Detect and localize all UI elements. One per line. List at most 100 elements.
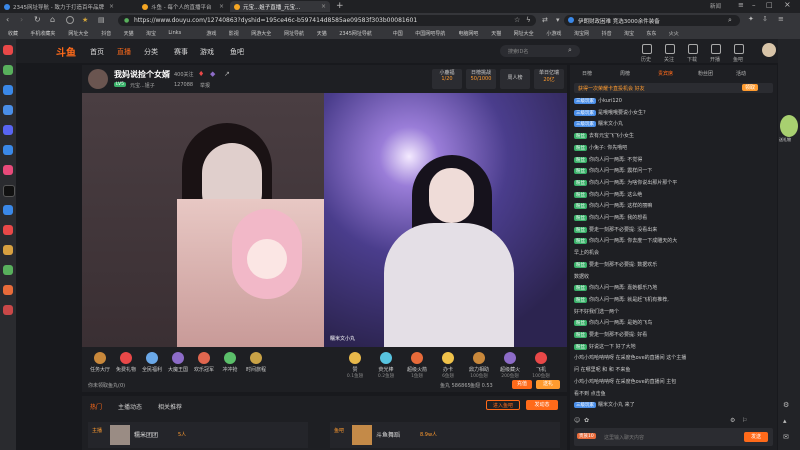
promo-mascot-icon[interactable] bbox=[780, 115, 798, 137]
stat-box[interactable]: 周人榜 bbox=[500, 69, 530, 89]
sidebar-app-icon[interactable] bbox=[3, 105, 13, 115]
bookmark-item[interactable]: 网址大全 bbox=[514, 30, 534, 37]
report-link[interactable]: 举报 bbox=[200, 82, 210, 89]
bookmark-item[interactable]: 网址导航 bbox=[284, 30, 304, 37]
bookmark-item[interactable]: 天猫 bbox=[491, 30, 501, 37]
settings-icon[interactable]: ⚙ bbox=[730, 417, 735, 424]
gift-item[interactable]: 鼎力相助 100鱼翅 bbox=[464, 352, 494, 379]
yuba-icon[interactable] bbox=[734, 44, 744, 54]
bookmark-item[interactable]: 中国网吧导航 bbox=[415, 30, 445, 37]
toolbar-item[interactable]: 时间旅程 bbox=[244, 352, 268, 373]
tab-related[interactable]: 相关推荐 bbox=[158, 402, 182, 411]
dropdown-icon[interactable]: ▾ bbox=[556, 16, 560, 24]
nav-events[interactable]: 赛事 bbox=[174, 47, 188, 57]
close-window-icon[interactable]: × bbox=[784, 0, 791, 9]
chat-message[interactable]: 三级玩家 小kuri120 bbox=[574, 97, 622, 104]
bookmark-item[interactable]: 电脑网吧 bbox=[458, 30, 478, 37]
close-icon[interactable]: × bbox=[109, 3, 114, 10]
bookmark-item[interactable]: 火火 bbox=[669, 30, 679, 37]
chat-message[interactable]: 粉丝 你向人问一两再: 这样的丽嘛 bbox=[574, 202, 652, 210]
bookmark-item[interactable]: 小游戏 bbox=[546, 30, 561, 37]
extensions-icon[interactable]: ✦ bbox=[748, 15, 754, 23]
tab-hot[interactable]: 热门 bbox=[90, 402, 102, 411]
sidebar-app-icon[interactable] bbox=[3, 65, 13, 75]
chat-message[interactable]: 好不好我们选一两个 bbox=[574, 308, 619, 315]
chat-message[interactable]: 数据收 bbox=[574, 273, 589, 280]
download-icon[interactable] bbox=[688, 44, 698, 54]
close-icon[interactable]: × bbox=[219, 3, 224, 10]
chat-message[interactable]: 粉丝 好说这一下 好了大地 bbox=[574, 343, 636, 350]
chat-message[interactable]: 粉丝 你向人问一两再: 就是赶飞机有推荐, bbox=[574, 296, 669, 303]
home-icon[interactable]: ⌂ bbox=[50, 15, 55, 24]
search-icon[interactable]: ⌕ bbox=[728, 16, 732, 25]
stat-box[interactable]: 小鹿福 1/20 bbox=[432, 69, 462, 89]
bookmark-item[interactable]: 东东 bbox=[646, 30, 656, 37]
download-icon[interactable]: ⇩ bbox=[762, 15, 768, 23]
chat-input[interactable]: 贵族10 这里输入聊天内容 发送 bbox=[574, 428, 773, 446]
feedback-icon[interactable]: ✉ bbox=[783, 433, 789, 441]
sidebar-app-icon[interactable] bbox=[3, 285, 13, 295]
toolbar-item[interactable]: 免费礼物 bbox=[114, 352, 138, 373]
chat-message[interactable]: 三级玩家 糯米文小丸 来了 bbox=[574, 401, 635, 409]
bookmark-item[interactable]: 天猫 bbox=[124, 30, 134, 37]
chat-tab[interactable]: 活动 bbox=[736, 70, 746, 77]
back-icon[interactable]: ‹ bbox=[6, 15, 9, 24]
streamer-name[interactable]: 元宝...姐子 bbox=[130, 82, 155, 89]
bookmark-item[interactable]: 收藏 bbox=[8, 30, 18, 37]
bookmark-item[interactable]: 淘宝 bbox=[146, 30, 156, 37]
chat-message-list[interactable]: 三级玩家 小kuri120 三级玩家 是哦哦哦要说小女生? 三级玩家 糯米文小丸 粉丝 去有元… bbox=[570, 97, 777, 415]
toolbar-item[interactable]: 欢乐冠军 bbox=[192, 352, 216, 373]
translate-icon[interactable]: ⇄ bbox=[542, 16, 548, 24]
streamer-avatar[interactable] bbox=[88, 69, 108, 89]
chat-message[interactable]: 早上的机会 bbox=[574, 249, 599, 256]
history-icon[interactable] bbox=[66, 16, 74, 24]
bookmark-item[interactable]: 网游大全 bbox=[251, 30, 271, 37]
send-gift-button[interactable]: 送礼 bbox=[536, 380, 560, 389]
scroll-top-icon[interactable]: ▴ bbox=[783, 417, 787, 425]
gift-item[interactable]: 办卡 6鱼翅 bbox=[433, 352, 463, 379]
chat-message[interactable]: 问 在哪里呢 和 和 不来鱼 bbox=[574, 366, 630, 373]
settings-icon[interactable]: ⚙ bbox=[783, 401, 789, 409]
sidebar-app-icon[interactable] bbox=[3, 125, 13, 135]
chat-message[interactable]: 粉丝 小兔子: 你先哦吧 bbox=[574, 144, 627, 151]
nav-live[interactable]: 直播 bbox=[117, 47, 131, 57]
enter-yuba-button[interactable]: 进入鱼吧 bbox=[486, 400, 520, 410]
browser-tab[interactable]: 斗鱼 - 每个人的直播平台 × bbox=[138, 1, 228, 12]
bookmark-item[interactable]: 2345网址导航 bbox=[339, 30, 372, 37]
bookmark-item[interactable]: 影视 bbox=[229, 30, 239, 37]
heart-icon[interactable] bbox=[665, 44, 675, 54]
stat-box[interactable]: 单日亿瑞 20亿 bbox=[534, 69, 564, 89]
toolbar-item[interactable]: 任务大厅 bbox=[88, 352, 112, 373]
star-icon[interactable]: ★ bbox=[82, 16, 88, 24]
sidebar-app-icon[interactable] bbox=[3, 225, 13, 235]
nav-yuba[interactable]: 鱼吧 bbox=[230, 47, 244, 57]
chat-message[interactable]: 粉丝 要走一刻那不必要提: 好看 bbox=[574, 331, 647, 338]
search-icon[interactable]: ⌕ bbox=[568, 46, 572, 55]
chat-message[interactable]: 小鸡小鸡哈呐呐呀 在采度色ove的直播间 主包 bbox=[574, 378, 676, 385]
chat-tab[interactable]: 周榜 bbox=[620, 70, 630, 77]
post-button[interactable]: 发动态 bbox=[526, 400, 558, 410]
sidebar-app-icon[interactable] bbox=[3, 145, 13, 155]
new-tab-icon[interactable]: + bbox=[336, 1, 344, 11]
bookmark-item[interactable]: 淘宝网 bbox=[574, 30, 589, 37]
avatar[interactable] bbox=[762, 43, 776, 57]
url-bar[interactable]: ● https://www.douyu.com/12740863?dyshid=… bbox=[118, 15, 536, 26]
bookmark-item[interactable]: 抖音 bbox=[101, 30, 111, 37]
browser-tab-active[interactable]: 元宝...姐子直播_元宝... × bbox=[230, 1, 330, 12]
gift-item[interactable]: 超级火箭 1鱼翅 bbox=[402, 352, 432, 379]
recharge-button[interactable]: 充值 bbox=[512, 380, 532, 389]
chat-message[interactable]: 粉丝 去有元宝飞飞小女生 bbox=[574, 132, 634, 140]
share-icon[interactable]: ↗ bbox=[224, 70, 230, 78]
sidebar-app-icon[interactable] bbox=[3, 165, 13, 175]
gift-icon[interactable]: ✿ bbox=[584, 417, 589, 424]
nav-home[interactable]: 首页 bbox=[90, 47, 104, 57]
emoji-icon[interactable]: ☺ bbox=[574, 417, 580, 424]
bookmark-item[interactable]: 天猫 bbox=[317, 30, 327, 37]
side-search-box[interactable]: 伊朗财政困难 竞选3000余件装备 ⌕ bbox=[564, 15, 740, 26]
forward-icon[interactable]: › bbox=[20, 15, 23, 24]
chat-tab[interactable]: 日榜 bbox=[582, 70, 592, 77]
bookmark-item[interactable]: 网址大全 bbox=[68, 30, 88, 37]
lightning-icon[interactable]: ϟ bbox=[526, 16, 531, 24]
site-logo[interactable]: 斗鱼 bbox=[56, 44, 76, 59]
gift-item[interactable]: 荧光棒 0.2鱼翅 bbox=[371, 352, 401, 379]
